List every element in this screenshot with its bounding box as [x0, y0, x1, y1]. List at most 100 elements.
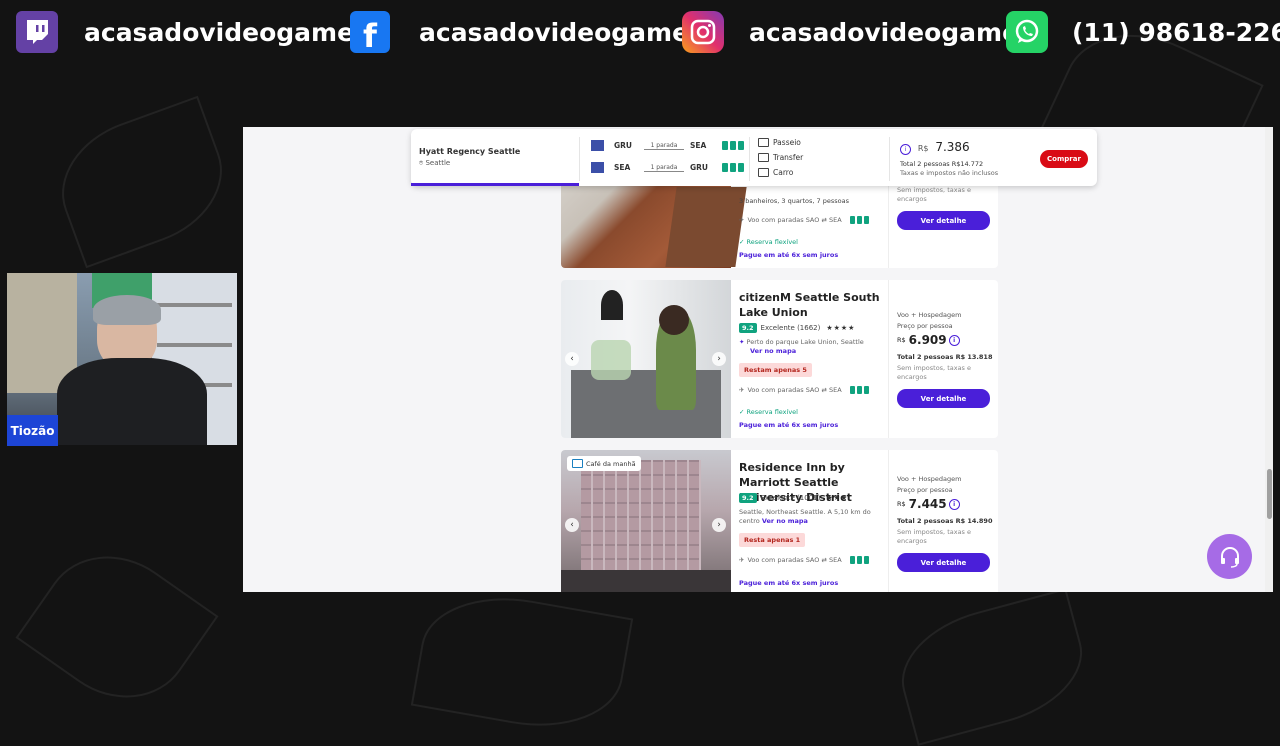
next-photo-arrow[interactable]: ›	[712, 352, 726, 366]
map-link[interactable]: Ver no mapa	[750, 347, 796, 355]
headset-icon	[1220, 546, 1239, 568]
baggage-icons	[722, 141, 744, 150]
view-detail-button[interactable]: Ver detalhe	[897, 389, 990, 408]
rating-score: 9.2	[739, 323, 757, 333]
star-rating: ★★★★	[826, 324, 856, 332]
flight-info: ✈ Voo com paradas SAO ⇄ SEA	[739, 556, 869, 564]
location-icon: ✦	[739, 338, 745, 346]
location: ✦ Perto do parque Lake Union, Seattle Ve…	[739, 338, 864, 355]
plane-icon: ✈	[739, 556, 745, 564]
summary-city: ⌾ Seattle	[419, 159, 451, 167]
rating-score: 9.2	[739, 493, 757, 503]
whatsapp-icon	[1006, 11, 1048, 53]
divider	[749, 137, 750, 181]
background-leaf	[410, 583, 634, 741]
rating: 9.2 Excelente (1662) ★★★★	[739, 323, 855, 333]
tax-note: Sem impostos, taxas e encargos	[897, 186, 972, 203]
package-label: Voo + Hospedagem	[897, 311, 962, 319]
page-scrollbar[interactable]	[1265, 127, 1273, 592]
divider	[579, 137, 580, 181]
view-detail-button[interactable]: Ver detalhe	[897, 211, 990, 230]
price: R$ 7.445 i	[897, 497, 960, 511]
booking-summary-bar: Hyatt Regency Seattle ⌾ Seattle GRU 1 pa…	[411, 129, 1097, 186]
prev-photo-arrow[interactable]: ‹	[565, 352, 579, 366]
per-person-label: Preço por pessoa	[897, 322, 953, 330]
baggage-icons	[849, 556, 869, 564]
tour-icon	[758, 138, 769, 147]
map-link[interactable]: Ver no mapa	[762, 517, 808, 525]
flight-info: ✈ Voo com paradas SAO ⇄ SEA	[739, 386, 869, 394]
rating-text: Excelente (1662)	[760, 324, 821, 332]
installments-text: Pague em até 6x sem juros	[739, 421, 839, 429]
per-person-label: Preço por pessoa	[897, 486, 953, 494]
facebook-icon: f	[350, 11, 390, 55]
coffee-icon	[572, 459, 583, 468]
support-chat-button[interactable]	[1207, 534, 1252, 579]
availability-chip: Restam apenas 5	[739, 363, 812, 377]
prev-photo-arrow[interactable]: ‹	[565, 518, 579, 532]
price-column: Voo + Hospedagem Preço por pessoa R$ 6.9…	[888, 280, 998, 438]
flight-info: ✈ Voo com paradas SAO ⇄ SEA	[739, 216, 869, 224]
hotel-photo[interactable]: Café da manhã ‹ ›	[561, 450, 731, 592]
transfer-icon	[758, 153, 769, 162]
inbound-flight[interactable]: SEA 1 parada GRU	[591, 162, 744, 173]
car-icon	[758, 168, 769, 177]
baggage-icons	[722, 163, 744, 172]
scrollbar-thumb[interactable]	[1267, 469, 1272, 519]
twitch-icon	[16, 11, 58, 53]
instagram-handle: acasadovideogame	[749, 17, 1020, 47]
summary-hotel-name[interactable]: Hyatt Regency Seattle	[419, 147, 520, 156]
summary-price: i R$ 7.386	[900, 140, 970, 155]
hotel-details: Residence Inn by Marriott Seattle Univer…	[731, 450, 889, 592]
divider	[889, 137, 890, 181]
outbound-flight[interactable]: GRU 1 parada SEA	[591, 140, 744, 151]
service-transfer: Transfer	[758, 153, 803, 162]
view-detail-button[interactable]: Ver detalhe	[897, 553, 990, 572]
hotel-card[interactable]: ‹ › citizenM Seattle South Lake Union 9.…	[561, 280, 998, 438]
info-icon[interactable]: i	[900, 144, 911, 155]
active-tab-indicator	[411, 183, 579, 186]
tax-note: Sem impostos, taxas e encargos	[897, 528, 972, 545]
installments-text: Pague em até 6x sem juros	[739, 579, 839, 587]
twitch-handle: acasadovideogame	[84, 17, 355, 47]
total-price: Total 2 pessoas R$ 14.890	[897, 517, 993, 525]
instagram-icon	[682, 11, 724, 53]
hotel-photo[interactable]: ‹ ›	[561, 280, 731, 438]
social-instagram: acasadovideogame	[682, 10, 1019, 54]
flexible-booking: ✓ Reserva flexível	[739, 238, 798, 246]
rooms-text: 3 banheiros, 3 quartos, 7 pessoas	[739, 197, 849, 205]
flexible-booking: ✓ Reserva flexível	[739, 408, 798, 416]
hotel-title[interactable]: citizenM Seattle South Lake Union	[739, 290, 884, 320]
baggage-icons	[849, 216, 869, 224]
total-price: Total 2 pessoas R$ 13.818	[897, 353, 993, 361]
facebook-handle: acasadovideogame	[419, 17, 690, 47]
streamer-name: Tiozão	[7, 415, 58, 446]
rating-text: Excelente (1001)	[760, 494, 821, 502]
rating: 9.2 Excelente (1001) ★★★	[739, 493, 848, 503]
background-leaf	[15, 527, 219, 727]
airline-logo-icon	[591, 162, 604, 173]
next-photo-arrow[interactable]: ›	[712, 518, 726, 532]
package-label: Voo + Hospedagem	[897, 475, 962, 483]
browser-viewport: 3 banheiros, 3 quartos, 7 pessoas ✈ Voo …	[243, 127, 1273, 592]
hotel-details: citizenM Seattle South Lake Union 9.2 Ex…	[731, 280, 889, 438]
hotel-card[interactable]: Café da manhã ‹ › Residence Inn by Marri…	[561, 450, 998, 592]
whatsapp-number: (11) 98618-2268	[1072, 17, 1280, 47]
info-icon[interactable]: i	[948, 498, 960, 510]
star-rating: ★★★	[826, 494, 849, 502]
summary-taxes: Taxas e impostos não inclusos	[900, 169, 999, 177]
buy-button[interactable]: Comprar	[1040, 150, 1088, 168]
service-car: Carro	[758, 168, 793, 177]
installments-text: Pague em até 6x sem juros	[739, 251, 839, 259]
tax-note: Sem impostos, taxas e encargos	[897, 364, 972, 381]
location: Seattle, Northeast Seattle. A 5,10 km do…	[739, 508, 871, 525]
social-twitch: acasadovideogame	[16, 10, 354, 54]
baggage-icons	[849, 386, 869, 394]
price-column: Voo + Hospedagem Preço por pessoa R$ 7.4…	[888, 450, 998, 592]
plane-icon: ✈	[739, 386, 745, 394]
background-leaf	[888, 588, 1096, 746]
price: R$ 6.909 i	[897, 333, 960, 347]
social-facebook: f acasadovideogame	[350, 10, 690, 55]
social-whatsapp: (11) 98618-2268	[1006, 10, 1280, 54]
info-icon[interactable]: i	[948, 334, 960, 346]
